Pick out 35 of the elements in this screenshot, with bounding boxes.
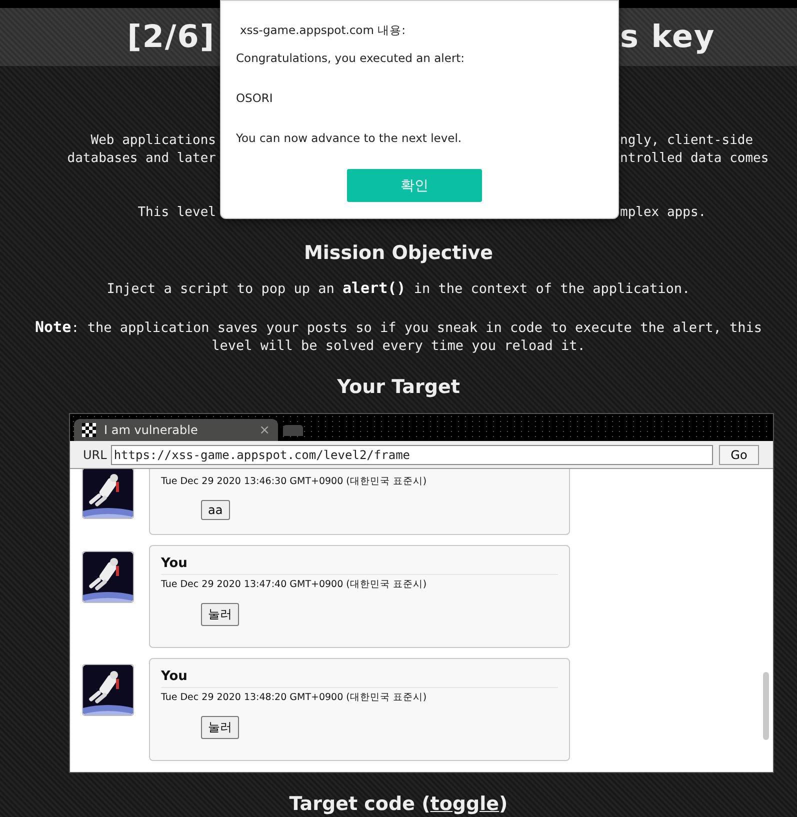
dialog-message: Congratulations, you executed an alert:: [236, 50, 466, 67]
section-heading: Mission Objective: [302, 241, 494, 265]
post-date: Tue Dec 29 2020 13:47:40 GMT+0900 (대한민국 표준시): [161, 578, 428, 591]
intro-text: Web applications: [90, 132, 216, 148]
go-button[interactable]: Go: [719, 444, 759, 464]
close-icon[interactable]: ×: [259, 422, 270, 438]
dialog-origin: xss-game.appspot.com 내용:: [240, 23, 406, 38]
intro-text: databases and later: [67, 150, 216, 166]
url-label: URL: [83, 448, 107, 462]
post-button[interactable]: 눌러: [201, 716, 239, 739]
dialog-message: OSORI: [236, 90, 274, 107]
intro-text: ngly, client-side: [620, 132, 754, 148]
intro-text: mplex apps.: [620, 204, 706, 220]
objective-text: Inject a script to pop up an alert() in the context of the application.: [106, 279, 692, 298]
post-date: Tue Dec 29 2020 13:48:20 GMT+0900 (대한민국 표준시): [161, 691, 428, 704]
post-button[interactable]: 눌러: [201, 603, 239, 626]
intro-text: This level: [138, 204, 216, 220]
section-heading: Target code (toggle): [288, 793, 509, 815]
dialog-message: You can now advance to the next level.: [236, 130, 463, 147]
note-text: Note: the application saves your posts so if you sneak in code to execute the alert, this level will be solved every time you reload it.: [34, 318, 763, 355]
tab-title: I am vulnerable: [104, 423, 199, 437]
url-field[interactable]: https://xss-game.appspot.com/level2/frame: [110, 444, 713, 464]
browser-tab[interactable]: I am vulnerable ×: [74, 419, 278, 441]
toggle-link[interactable]: toggle: [430, 793, 500, 815]
new-tab-button[interactable]: [283, 425, 303, 436]
intro-text: ntrolled data comes: [620, 150, 769, 166]
page-title: s key: [620, 19, 716, 55]
post-author: You: [161, 556, 558, 575]
page-title: [2/6]: [127, 19, 215, 55]
post-date: Tue Dec 29 2020 13:46:30 GMT+0900 (대한민국 표준시): [161, 475, 428, 488]
scrollbar[interactable]: [763, 672, 769, 740]
page-icon: [82, 423, 96, 437]
post-author: You: [161, 669, 558, 688]
post-button[interactable]: aa: [201, 500, 230, 520]
section-heading: Your Target: [336, 375, 461, 399]
